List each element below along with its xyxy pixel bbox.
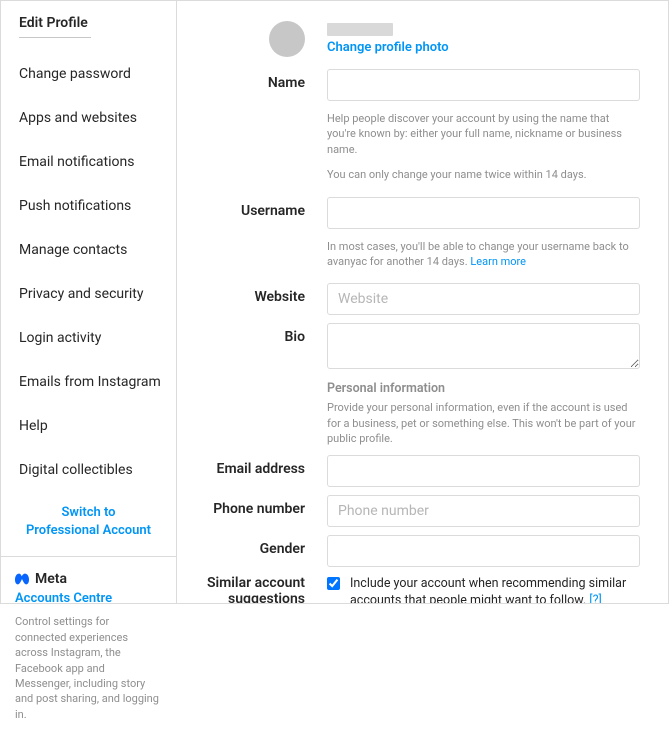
sidebar-item-label: Email notifications [19, 154, 134, 170]
name-label: Name [197, 69, 327, 183]
sidebar-item-label: Apps and websites [19, 110, 137, 126]
phone-label: Phone number [197, 495, 327, 527]
meta-block: Meta Accounts Centre Control settings fo… [1, 556, 176, 740]
website-label: Website [197, 283, 327, 315]
sidebar-item-login-activity[interactable]: Login activity [1, 316, 176, 360]
sidebar-item-label: Change password [19, 66, 131, 82]
website-input[interactable] [327, 283, 640, 315]
username-label: Username [197, 197, 327, 270]
sidebar-item-edit-profile[interactable]: Edit Profile [1, 1, 176, 52]
sidebar-item-help[interactable]: Help [1, 404, 176, 448]
bio-textarea[interactable] [327, 323, 640, 369]
name-help-1: Help people discover your account by usi… [327, 111, 640, 157]
meta-logo: Meta [15, 571, 162, 587]
sidebar-item-change-password[interactable]: Change password [1, 52, 176, 96]
sidebar-item-apps-websites[interactable]: Apps and websites [1, 96, 176, 140]
personal-info-help: Provide your personal information, even … [327, 400, 640, 446]
gender-label: Gender [197, 535, 327, 567]
name-help-2: You can only change your name twice with… [327, 167, 640, 182]
phone-input[interactable] [327, 495, 640, 527]
sidebar-item-label: Manage contacts [19, 242, 127, 258]
sidebar-item-push-notifications[interactable]: Push notifications [1, 184, 176, 228]
meta-description: Control settings for connected experienc… [15, 614, 162, 722]
sidebar-item-digital-collectibles[interactable]: Digital collectibles [1, 448, 176, 492]
sidebar-item-label: Edit Profile [19, 15, 88, 31]
learn-more-link[interactable]: Learn more [470, 255, 526, 268]
sidebar-item-label: Privacy and security [19, 286, 143, 302]
sidebar-item-label: Help [19, 418, 48, 434]
suggestions-label: Similar account suggestions [197, 575, 327, 603]
username-help: In most cases, you'll be able to change … [327, 239, 640, 270]
active-underline [19, 37, 91, 38]
bio-label: Bio [197, 323, 327, 373]
gender-input[interactable] [327, 535, 640, 567]
personal-info-heading: Personal information [327, 381, 640, 396]
settings-page: Edit Profile Change password Apps and we… [0, 0, 669, 604]
suggestions-checkbox-label: Include your account when recommending s… [350, 575, 640, 603]
sidebar-item-label: Push notifications [19, 198, 131, 214]
change-profile-photo-link[interactable]: Change profile photo [327, 40, 640, 55]
sidebar-item-privacy-security[interactable]: Privacy and security [1, 272, 176, 316]
accounts-centre-link[interactable]: Accounts Centre [15, 591, 162, 606]
sidebar-item-emails-instagram[interactable]: Emails from Instagram [1, 360, 176, 404]
switch-professional-link[interactable]: Switch to Professional Account [1, 492, 176, 556]
suggestions-help-link[interactable]: [?] [589, 593, 602, 603]
sidebar-item-label: Login activity [19, 330, 101, 346]
avatar[interactable] [269, 21, 305, 57]
suggestions-checkbox[interactable] [327, 577, 340, 590]
meta-brand-text: Meta [35, 571, 67, 587]
meta-icon [15, 573, 31, 585]
name-input[interactable] [327, 69, 640, 101]
username-input[interactable] [327, 197, 640, 229]
sidebar-nav: Edit Profile Change password Apps and we… [1, 1, 176, 492]
main-content: Change profile photo Name Help people di… [177, 1, 668, 603]
sidebar-item-label: Emails from Instagram [19, 374, 161, 390]
sidebar: Edit Profile Change password Apps and we… [1, 1, 177, 603]
email-input[interactable] [327, 455, 640, 487]
email-label: Email address [197, 455, 327, 487]
sidebar-item-email-notifications[interactable]: Email notifications [1, 140, 176, 184]
username-display [327, 23, 393, 36]
sidebar-item-manage-contacts[interactable]: Manage contacts [1, 228, 176, 272]
sidebar-item-label: Digital collectibles [19, 462, 133, 478]
